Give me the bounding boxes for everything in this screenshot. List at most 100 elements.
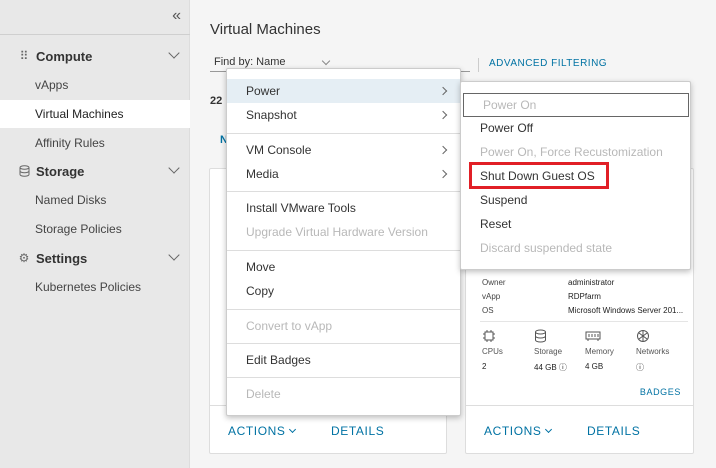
section-compute[interactable]: ⠿ Compute — [18, 46, 184, 66]
submenu-item-label: Discard suspended state — [480, 241, 613, 255]
actions-label: ACTIONS — [228, 424, 286, 438]
find-by-label: Find by: Name — [214, 56, 286, 68]
sidebar-item-label: Kubernetes Policies — [35, 280, 142, 294]
submenu-item-label: Shut Down Guest OS — [480, 169, 595, 183]
page-title: Virtual Machines — [210, 21, 321, 38]
sidebar-item-label: Virtual Machines — [35, 107, 124, 121]
submenu-item-power-off[interactable]: Power Off — [461, 116, 690, 140]
actions-button[interactable]: ACTIONS — [228, 424, 296, 438]
submenu-item-label: Suspend — [480, 193, 528, 207]
menu-item-edit-badges[interactable]: Edit Badges — [227, 348, 460, 372]
networks-label: Networks — [636, 347, 670, 356]
storage-icon — [18, 165, 30, 177]
network-icon — [636, 329, 686, 345]
chevron-right-icon — [438, 86, 448, 96]
vapp-label: vApp — [482, 292, 501, 301]
section-storage[interactable]: Storage — [18, 161, 184, 181]
submenu-item-label: Power On — [483, 98, 537, 112]
chevron-down-icon — [168, 162, 180, 174]
chevron-down-icon — [168, 47, 180, 59]
submenu-item-suspend[interactable]: Suspend — [461, 188, 690, 212]
menu-item-snapshot[interactable]: Snapshot — [227, 103, 460, 127]
collapse-sidebar-icon[interactable]: « — [172, 7, 181, 25]
menu-divider — [227, 309, 460, 310]
chevron-down-icon — [321, 56, 331, 66]
storage-label: Storage — [534, 347, 563, 356]
sidebar-item-storage-policies[interactable]: Storage Policies — [0, 215, 190, 243]
menu-item-upgrade-virtual-hardware: Upgrade Virtual Hardware Version — [227, 220, 460, 244]
card-divider — [480, 321, 688, 322]
sidebar-item-label: Storage Policies — [35, 222, 122, 236]
menu-item-label: Delete — [246, 387, 281, 401]
actions-button[interactable]: ACTIONS — [484, 424, 552, 438]
memory-value: 4 GB — [585, 362, 604, 371]
sidebar-item-kubernetes-policies[interactable]: Kubernetes Policies — [0, 273, 190, 301]
sidebar-item-label: Affinity Rules — [35, 136, 105, 150]
storage-icon — [534, 329, 584, 345]
menu-divider — [227, 377, 460, 378]
actions-label: ACTIONS — [484, 424, 542, 438]
sidebar-item-vapps[interactable]: vApps — [0, 71, 190, 99]
badges-link[interactable]: BADGES — [640, 387, 681, 397]
submenu-item-power-on: Power On — [463, 93, 689, 117]
sidebar-item-label: Named Disks — [35, 193, 107, 207]
os-label: OS — [482, 306, 494, 315]
chevron-down-icon — [168, 249, 180, 261]
chevron-down-icon — [288, 425, 296, 434]
section-storage-label: Storage — [36, 163, 85, 179]
cpus-value: 2 — [482, 362, 487, 371]
menu-divider — [227, 133, 460, 134]
sidebar-divider — [0, 34, 190, 35]
menu-item-install-vmware-tools[interactable]: Install VMware Tools — [227, 196, 460, 220]
submenu-item-reset[interactable]: Reset — [461, 212, 690, 236]
menu-item-label: Power — [246, 84, 281, 98]
menu-item-label: Snapshot — [246, 108, 297, 122]
settings-icon: ⚙ — [18, 251, 30, 265]
sidebar-item-virtual-machines[interactable]: Virtual Machines — [0, 100, 190, 128]
menu-item-label: Convert to vApp — [246, 319, 333, 333]
menu-item-move[interactable]: Move — [227, 255, 460, 279]
power-submenu: Power On Power Off Power On, Force Recus… — [460, 81, 691, 270]
owner-label: Owner — [482, 278, 506, 287]
os-value: Microsoft Windows Server 201... — [568, 306, 684, 315]
menu-item-label: Upgrade Virtual Hardware Version — [246, 225, 428, 239]
menu-item-media[interactable]: Media — [227, 162, 460, 186]
details-button[interactable]: DETAILS — [331, 424, 384, 438]
memory-stat: Memory 4 GB — [585, 329, 635, 371]
submenu-item-label: Reset — [480, 217, 512, 231]
menu-item-label: Media — [246, 167, 279, 181]
cpus-stat: CPUs 2 — [482, 329, 532, 371]
sidebar: « ⠿ Compute vApps Virtual Machines Affin… — [0, 0, 190, 468]
section-settings-label: Settings — [36, 250, 88, 266]
menu-item-vm-console[interactable]: VM Console — [227, 138, 460, 162]
memory-icon — [585, 329, 635, 345]
chevron-right-icon — [438, 110, 448, 120]
section-compute-label: Compute — [36, 48, 93, 64]
submenu-item-shut-down-guest-os[interactable]: Shut Down Guest OS — [461, 164, 690, 188]
sidebar-item-affinity-rules[interactable]: Affinity Rules — [0, 129, 190, 157]
menu-item-label: Copy — [246, 284, 275, 298]
vapp-value: RDPfarm — [568, 292, 601, 301]
menu-item-copy[interactable]: Copy — [227, 279, 460, 303]
submenu-item-discard-suspended-state: Discard suspended state — [461, 236, 690, 260]
cpus-label: CPUs — [482, 347, 503, 356]
networks-info-icon[interactable]: ⓘ — [636, 362, 686, 373]
card-footer: ACTIONS DETAILS — [466, 405, 693, 453]
sidebar-item-named-disks[interactable]: Named Disks — [0, 186, 190, 214]
owner-value: administrator — [568, 278, 615, 287]
advanced-filtering-link[interactable]: ADVANCED FILTERING — [478, 58, 607, 72]
info-icon[interactable]: ⓘ — [559, 363, 567, 372]
menu-item-convert-to-vapp: Convert to vApp — [227, 314, 460, 338]
compute-icon: ⠿ — [19, 49, 29, 63]
details-button[interactable]: DETAILS — [587, 424, 640, 438]
menu-item-label: Install VMware Tools — [246, 201, 356, 215]
storage-value-row: 44 GB ⓘ — [534, 362, 584, 373]
section-settings[interactable]: ⚙ Settings — [18, 248, 184, 268]
sidebar-item-label: vApps — [35, 78, 69, 92]
storage-stat: Storage 44 GB ⓘ — [534, 329, 584, 373]
memory-label: Memory — [585, 347, 614, 356]
menu-item-delete: Delete — [227, 382, 460, 406]
menu-item-power[interactable]: Power — [227, 79, 460, 103]
cpu-icon — [482, 329, 532, 345]
submenu-item-label: Power On, Force Recustomization — [480, 145, 663, 159]
